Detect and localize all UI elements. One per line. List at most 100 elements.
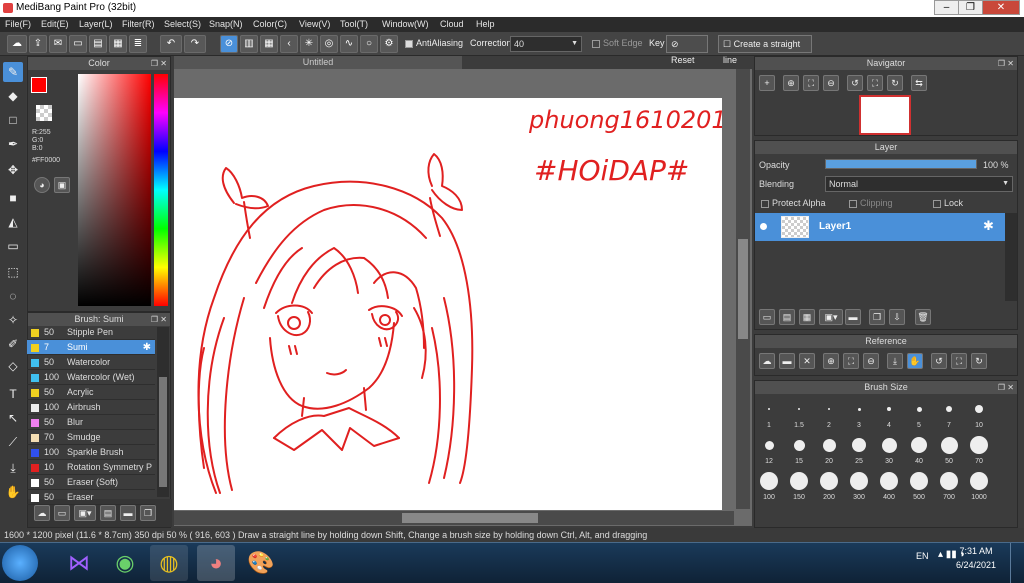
menu-color[interactable]: Color(C) (253, 19, 287, 29)
brush-size-dot[interactable] (857, 407, 861, 411)
navigator-thumbnail[interactable] (859, 95, 911, 135)
layer-scrollbar[interactable] (1005, 213, 1017, 301)
duplicate-layer-icon[interactable]: ❐ (869, 309, 885, 325)
hue-slider[interactable] (154, 74, 168, 306)
brush-list-item[interactable]: 50 Stipple Pen (27, 325, 155, 340)
palette-icon[interactable]: ◕ (34, 177, 50, 193)
merge-down-icon[interactable]: ⇩ (889, 309, 905, 325)
brush-size-dot[interactable] (820, 472, 838, 490)
brush-size-dot[interactable] (768, 408, 770, 410)
eyedropper-tool-icon[interactable]: ⤓ (3, 458, 23, 478)
menu-file[interactable]: File(F) (5, 19, 31, 29)
antialiasing-checkbox[interactable]: AntiAliasing (405, 38, 463, 48)
brush-size-dot[interactable] (828, 408, 830, 410)
folder-icon[interactable]: ▬ (845, 309, 861, 325)
show-desktop-button[interactable] (1010, 543, 1022, 583)
parallel-snap-icon[interactable]: ▥ (240, 35, 258, 53)
popout-icon[interactable]: ❐ ✕ (998, 381, 1014, 394)
new-layer-icon[interactable]: ▭ (759, 309, 775, 325)
zoom-in-2-icon[interactable]: ⊕ (783, 75, 799, 91)
text-tool-icon[interactable]: T (3, 384, 23, 404)
brush-size-dot[interactable] (798, 408, 800, 410)
curve-snap-icon[interactable]: ∿ (340, 35, 358, 53)
brush-size-dot[interactable] (970, 436, 988, 454)
divide-tool-icon[interactable]: ⟋ (3, 432, 23, 452)
brush-size-dot[interactable] (916, 406, 922, 412)
eyedropper-icon[interactable]: ⤓ (887, 353, 903, 369)
brush-list-item[interactable]: 7 Sumi ✱ (27, 340, 155, 355)
menu-filter[interactable]: Filter(R) (122, 19, 155, 29)
circle-snap-icon[interactable]: ◎ (320, 35, 338, 53)
bucket-tool-icon[interactable]: ◭ (3, 212, 23, 232)
new-halftone-layer-icon[interactable]: ▦ (799, 309, 815, 325)
layer-settings-gear-icon[interactable]: ✱ (983, 218, 994, 234)
lock-checkbox[interactable]: Lock (933, 198, 963, 208)
clipping-checkbox[interactable]: Clipping (849, 198, 893, 208)
ellipse-snap-icon[interactable]: ○ (360, 35, 378, 53)
export-icon[interactable]: ▦ (109, 35, 127, 53)
radial-snap-icon[interactable]: ✳ (300, 35, 318, 53)
fit-icon[interactable]: ⛶ (803, 75, 819, 91)
brush-list-item[interactable]: 100 Airbrush (27, 400, 155, 415)
brush-tool-icon[interactable]: ✎ (3, 62, 23, 82)
menu-snap[interactable]: Snap(N) (209, 19, 243, 29)
brush-size-dot[interactable] (911, 437, 927, 453)
zoom-in-icon[interactable]: + (759, 75, 775, 91)
menu-tool[interactable]: Tool(T) (340, 19, 368, 29)
grid-snap-icon[interactable]: ▦ (260, 35, 278, 53)
menu-select[interactable]: Select(S) (164, 19, 201, 29)
fit-icon[interactable]: ⛶ (843, 353, 859, 369)
brush-size-dot[interactable] (946, 406, 952, 412)
brush-size-dot[interactable] (880, 472, 898, 490)
horizontal-scrollbar[interactable] (174, 511, 734, 525)
soft-edge-checkbox[interactable]: Soft Edge (592, 38, 643, 48)
color-history-icon[interactable]: ▣ (54, 177, 70, 193)
fill-rect-tool-icon[interactable]: ■ (3, 188, 23, 208)
transparent-color-swatch[interactable] (36, 105, 52, 121)
chrome-icon[interactable]: ◍ (150, 545, 188, 581)
menu-cloud[interactable]: Cloud (440, 19, 464, 29)
close-button[interactable]: ✕ (982, 0, 1020, 15)
comment-icon[interactable]: ✉ (49, 35, 67, 53)
brush-settings-gear-icon[interactable]: ✱ (143, 340, 151, 355)
new-file-icon[interactable]: ▭ (69, 35, 87, 53)
clock-time[interactable]: 7:31 AM (958, 546, 994, 556)
brush-size-dot[interactable] (881, 437, 897, 453)
start-button[interactable] (2, 545, 38, 581)
brush-list-item[interactable]: 100 Sparkle Brush (27, 445, 155, 460)
reset-button[interactable]: ⊘ Reset (666, 35, 708, 65)
operation-tool-icon[interactable]: ↖ (3, 408, 23, 428)
redo-icon[interactable]: ↷ (184, 35, 206, 53)
snap-settings-icon[interactable]: ⚙ (380, 35, 398, 53)
new-brush-icon[interactable]: ▭ (54, 505, 70, 521)
menu-view[interactable]: View(V) (299, 19, 330, 29)
brush-size-dot[interactable] (850, 472, 868, 490)
brush-list-item[interactable]: 50 Blur (27, 415, 155, 430)
add-brush-dropdown-icon[interactable]: ▣▾ (74, 505, 96, 521)
protect-alpha-checkbox[interactable]: Protect Alpha (761, 198, 826, 208)
brush-folder-icon[interactable]: ▬ (120, 505, 136, 521)
saturation-value-picker[interactable] (78, 74, 151, 306)
lasso-tool-icon[interactable]: ◌ (3, 286, 23, 306)
pen-tool-icon[interactable]: ✒ (3, 134, 23, 154)
app-green-icon[interactable]: ◉ (106, 545, 144, 581)
brush-cloud-icon[interactable]: ☁ (34, 505, 50, 521)
hand-icon[interactable]: ✋ (907, 353, 923, 369)
snap-off-icon[interactable]: ⊘ (220, 35, 238, 53)
brush-list-scrollbar[interactable] (157, 327, 169, 497)
zoom-out-icon[interactable]: ⊖ (823, 75, 839, 91)
canvas-tab[interactable]: Untitled (174, 56, 462, 69)
brush-list-item[interactable]: 50 Acrylic (27, 385, 155, 400)
rotate-left-icon[interactable]: ↺ (931, 353, 947, 369)
brush-list-item[interactable]: 70 Smudge (27, 430, 155, 445)
brush-list-item[interactable]: 10 Rotation Symmetry P (27, 460, 155, 475)
vertical-scrollbar[interactable] (736, 69, 750, 509)
share-icon[interactable]: ⇪ (29, 35, 47, 53)
brush-list-item[interactable]: 50 Eraser (27, 490, 155, 505)
brush-settings-icon[interactable]: ▤ (100, 505, 116, 521)
rotate-right-icon[interactable]: ↻ (971, 353, 987, 369)
brush-size-dot[interactable] (940, 472, 958, 490)
select-pen-tool-icon[interactable]: ✐ (3, 334, 23, 354)
add-layer-dropdown-icon[interactable]: ▣▾ (819, 309, 843, 325)
magic-wand-tool-icon[interactable]: ✧ (3, 310, 23, 330)
